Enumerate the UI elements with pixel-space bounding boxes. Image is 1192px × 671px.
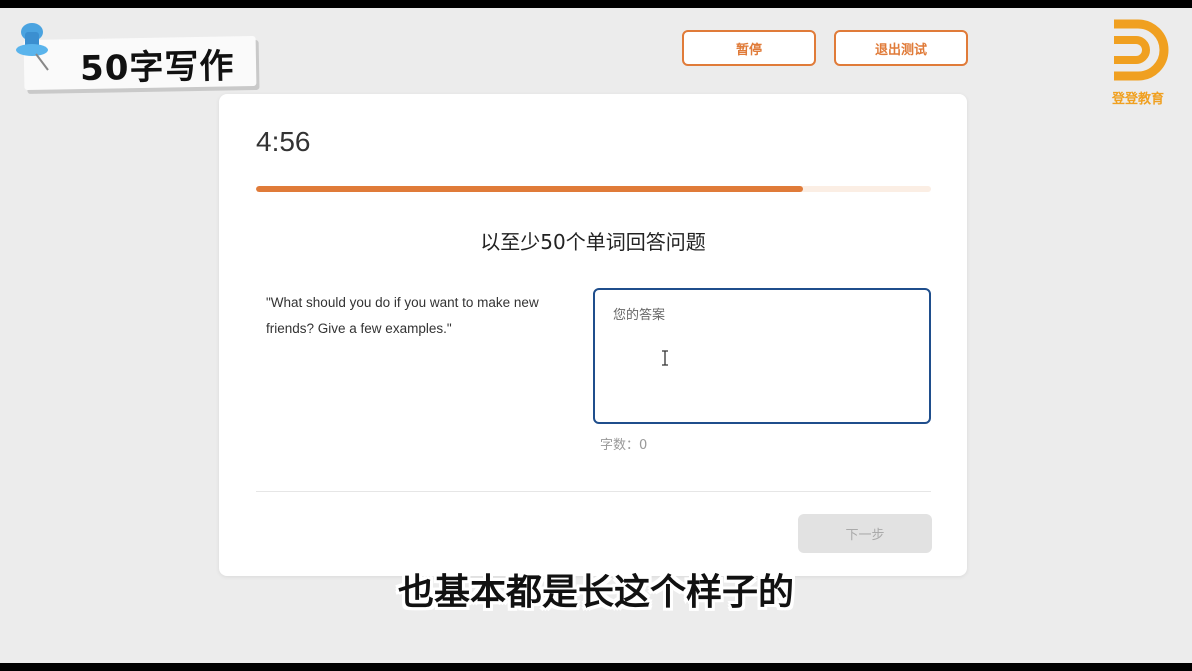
text-cursor-icon [662,350,668,366]
exit-test-button[interactable]: 退出测试 [834,30,968,66]
letterbox-bottom [0,663,1192,671]
letterbox-top [0,0,1192,8]
title-sticker: 50字写作 [23,35,257,91]
time-progress-fill [256,186,803,192]
time-progress-bar [256,186,931,192]
next-button[interactable]: 下一步 [798,514,932,553]
brand-logo-icon [1114,19,1169,81]
title-sticker-text: 50字写作 [79,46,235,90]
answer-input[interactable] [593,288,931,424]
writing-task-card: 4:56 以至少50个单词回答问题 "What should you do if… [219,94,967,576]
brand-name: 登登教育 [1111,92,1164,107]
question-title: 以至少50个单词回答问题 [480,230,706,254]
question-prompt: "What should you do if you want to make … [266,295,539,336]
pause-button[interactable]: 暂停 [682,30,816,66]
word-count: 字数：0 [600,438,648,453]
video-subtitle: 也基本都是长这个样子的 [397,572,794,613]
divider [256,491,931,492]
countdown-timer: 4:56 [256,126,311,157]
pushpin-icon [16,23,49,71]
